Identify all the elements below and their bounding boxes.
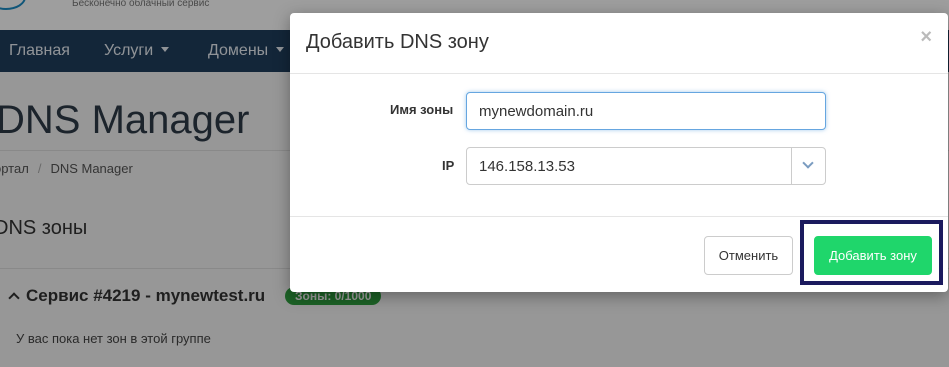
ip-label: IP [442,158,455,173]
ip-select[interactable]: 146.158.13.53 [466,147,826,185]
cancel-button[interactable]: Отменить [704,236,793,275]
zone-name-input[interactable] [466,92,826,130]
modal-body: Имя зоны IP 146.158.13.53 [290,74,948,217]
close-icon[interactable]: × [920,27,932,47]
ip-select-value: 146.158.13.53 [479,158,575,175]
chevron-down-icon [802,157,814,169]
modal-header: Добавить DNS зону × [290,13,948,74]
zone-name-label: Имя зоны [390,102,454,117]
highlight-box [800,220,943,285]
modal-title: Добавить DNS зону [306,31,489,53]
select-toggle[interactable] [791,148,825,184]
